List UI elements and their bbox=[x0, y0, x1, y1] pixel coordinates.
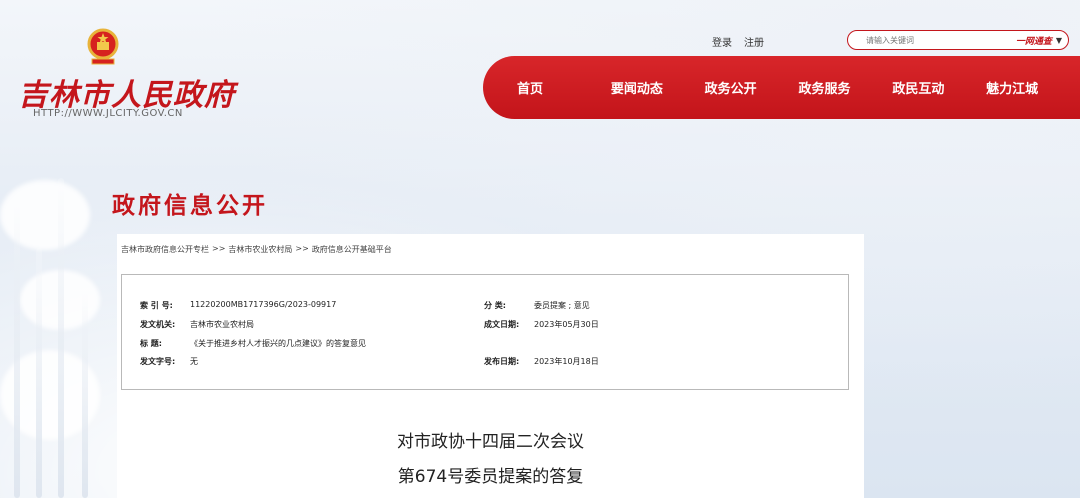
breadcrumb-item-platform[interactable]: 政府信息公开基础平台 bbox=[312, 244, 392, 255]
meta-value-index: 11220200MB1717396G/2023-09917 bbox=[190, 300, 337, 309]
search-input[interactable] bbox=[866, 35, 1016, 45]
nav-item-gov-affairs-open[interactable]: 政务公开 bbox=[705, 78, 799, 97]
nav-item-home[interactable]: 首页 bbox=[517, 78, 611, 97]
content-panel: 吉林市政府信息公开专栏 >> 吉林市农业农村局 >> 政府信息公开基础平台 索 … bbox=[117, 234, 864, 498]
breadcrumb: 吉林市政府信息公开专栏 >> 吉林市农业农村局 >> 政府信息公开基础平台 bbox=[121, 244, 392, 255]
document-metadata-table: 索 引 号: 11220200MB1717396G/2023-09917 分 类… bbox=[121, 274, 849, 390]
nav-item-interaction[interactable]: 政民互动 bbox=[892, 78, 986, 97]
meta-row-title: 标 题: 《关于推进乡村人才振兴的几点建议》的答复意见 bbox=[140, 338, 366, 349]
breadcrumb-separator: >> bbox=[212, 244, 226, 253]
meta-label-index: 索 引 号: bbox=[140, 301, 173, 310]
login-link[interactable]: 登录 bbox=[712, 34, 732, 49]
main-nav: 首页 要闻动态 政务公开 政务服务 政民互动 魅力江城 bbox=[483, 56, 1080, 119]
snow-trees-decoration bbox=[0, 150, 120, 498]
search-bar: 一网通查 ▼ bbox=[847, 30, 1069, 50]
page-title: 政府信息公开 bbox=[112, 193, 268, 219]
search-scope-label[interactable]: 一网通查 bbox=[1016, 34, 1052, 47]
meta-label-category: 分 类: bbox=[484, 301, 506, 310]
meta-row-issuer: 发文机关: 吉林市农业农村局 bbox=[140, 319, 254, 330]
document-title-line1: 对市政协十四届二次会议 bbox=[397, 432, 584, 452]
nav-item-gov-services[interactable]: 政务服务 bbox=[798, 78, 892, 97]
meta-row-category: 分 类: 委员提案 ; 意见 bbox=[484, 300, 590, 311]
auth-links: 登录 注册 bbox=[712, 34, 764, 49]
register-link[interactable]: 注册 bbox=[744, 34, 764, 49]
meta-label-publish-date: 发布日期: bbox=[484, 357, 520, 366]
meta-label-issuer: 发文机关: bbox=[140, 320, 176, 329]
nav-item-charm-city[interactable]: 魅力江城 bbox=[986, 78, 1080, 97]
breadcrumb-item-column[interactable]: 吉林市政府信息公开专栏 bbox=[121, 244, 209, 255]
meta-label-date-created: 成文日期: bbox=[484, 320, 520, 329]
nav-item-news[interactable]: 要闻动态 bbox=[611, 78, 705, 97]
meta-row-index: 索 引 号: 11220200MB1717396G/2023-09917 bbox=[140, 300, 336, 311]
meta-value-title: 《关于推进乡村人才振兴的几点建议》的答复意见 bbox=[190, 339, 366, 348]
site-url: HTTP://WWW.JLCITY.GOV.CN bbox=[33, 108, 183, 119]
meta-row-date-created: 成文日期: 2023年05月30日 bbox=[484, 319, 599, 330]
national-emblem-icon bbox=[86, 28, 120, 66]
meta-value-publish-date: 2023年10月18日 bbox=[534, 357, 599, 366]
meta-value-category: 委员提案 ; 意见 bbox=[534, 301, 590, 310]
meta-value-issuer: 吉林市农业农村局 bbox=[190, 320, 254, 329]
breadcrumb-separator: >> bbox=[295, 244, 309, 253]
document-title-line2: 第674号委员提案的答复 bbox=[397, 467, 584, 487]
meta-value-date-created: 2023年05月30日 bbox=[534, 320, 599, 329]
meta-row-doc-number: 发文字号: 无 bbox=[140, 356, 198, 367]
meta-value-doc-number: 无 bbox=[190, 357, 198, 366]
breadcrumb-item-bureau[interactable]: 吉林市农业农村局 bbox=[228, 244, 292, 255]
meta-row-publish-date: 发布日期: 2023年10月18日 bbox=[484, 356, 599, 367]
meta-label-doc-number: 发文字号: bbox=[140, 357, 176, 366]
meta-label-title: 标 题: bbox=[140, 339, 162, 348]
caret-down-icon[interactable]: ▼ bbox=[1056, 36, 1062, 45]
